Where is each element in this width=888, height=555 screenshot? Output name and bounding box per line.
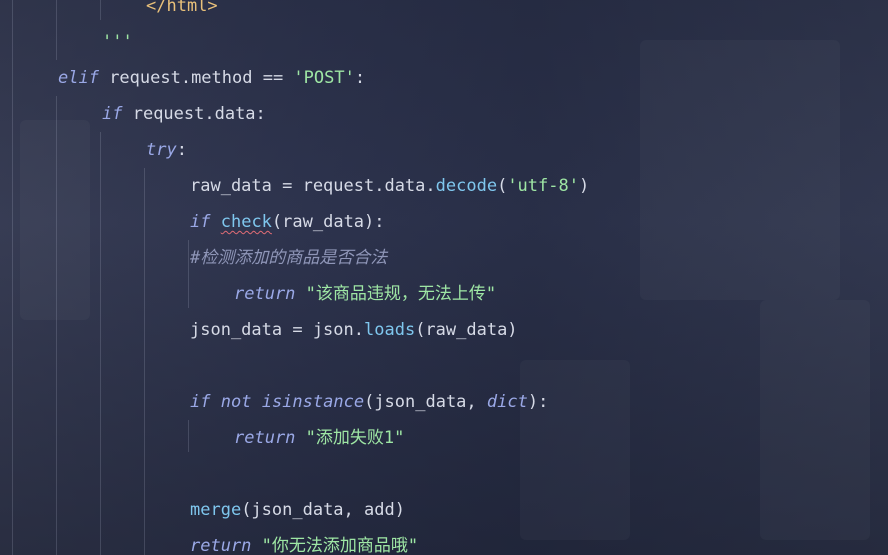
- code-token: </html>: [146, 0, 218, 16]
- indent-guide: [100, 132, 101, 555]
- code-line[interactable]: if not isinstance(json_data, dict):: [190, 390, 548, 414]
- code-line[interactable]: try:: [146, 138, 187, 162]
- wallpaper-shape: [760, 300, 870, 540]
- code-line[interactable]: #检测添加的商品是否合法: [190, 246, 387, 270]
- indent-guide: [100, 0, 101, 20]
- code-token: dict: [486, 392, 528, 412]
- indent-guide: [56, 96, 57, 555]
- code-line[interactable]: </html>: [146, 0, 218, 18]
- indent-guide: [56, 0, 57, 60]
- code-line[interactable]: json_data = json.loads(raw_data): [190, 318, 518, 342]
- code-token: elif: [58, 68, 99, 88]
- code-token: "你无法添加商品哦": [261, 536, 419, 555]
- code-token: check: [220, 212, 272, 232]
- code-token: #检测添加的商品是否合法: [190, 248, 388, 268]
- code-token: "该商品违规，无法上传": [305, 284, 497, 304]
- code-line[interactable]: return "你无法添加商品哦": [190, 534, 418, 555]
- indent-guide: [188, 240, 189, 308]
- code-token: if: [102, 104, 123, 124]
- code-token: :: [354, 68, 366, 88]
- indent-guide: [144, 168, 145, 555]
- code-token: not: [220, 392, 252, 412]
- code-token: if: [190, 392, 211, 412]
- code-token: return: [234, 284, 296, 304]
- code-line[interactable]: return "添加失败1": [234, 426, 404, 450]
- code-line[interactable]: return "该商品违规，无法上传": [234, 282, 496, 306]
- code-line[interactable]: raw_data = request.data.decode('utf-8'): [190, 174, 589, 198]
- wallpaper-shape: [20, 120, 90, 320]
- code-token: 'POST': [293, 68, 355, 88]
- code-token: loads: [364, 320, 416, 340]
- indent-guide: [188, 420, 189, 452]
- code-token: raw_data = request.data.: [190, 176, 436, 196]
- code-line[interactable]: if check(raw_data):: [190, 210, 385, 234]
- code-token: try: [146, 140, 177, 160]
- code-token: json_data = json.: [190, 320, 364, 340]
- code-token: ):: [527, 392, 549, 412]
- code-token: "添加失败1": [305, 428, 405, 448]
- code-token: (raw_data): [415, 320, 518, 340]
- code-token: return: [234, 428, 296, 448]
- code-editor[interactable]: </html> ''' elif request.method == 'POST':…: [0, 0, 888, 555]
- code-token: request.method ==: [98, 68, 294, 88]
- code-token: (json_data, add): [241, 500, 405, 520]
- code-token: return: [190, 536, 252, 555]
- code-token: :: [176, 140, 187, 160]
- wallpaper-shape: [520, 360, 630, 540]
- code-token: (raw_data):: [271, 212, 385, 232]
- code-line[interactable]: elif request.method == 'POST':: [58, 66, 365, 90]
- code-token: request.data:: [122, 104, 266, 124]
- code-line[interactable]: merge(json_data, add): [190, 498, 405, 522]
- code-token: (: [497, 176, 508, 196]
- code-token: decode: [435, 176, 498, 196]
- wallpaper-shape: [640, 40, 840, 300]
- code-token: 'utf-8': [507, 176, 579, 196]
- indent-guide: [12, 0, 13, 555]
- code-token: ): [578, 176, 590, 196]
- code-token: ''': [102, 32, 133, 52]
- code-token: (json_data,: [364, 392, 487, 412]
- code-token: merge: [190, 500, 242, 520]
- code-line[interactable]: if request.data:: [102, 102, 266, 126]
- code-token: isinstance: [261, 392, 365, 412]
- code-token: if: [190, 212, 211, 232]
- code-line[interactable]: ''': [102, 30, 133, 54]
